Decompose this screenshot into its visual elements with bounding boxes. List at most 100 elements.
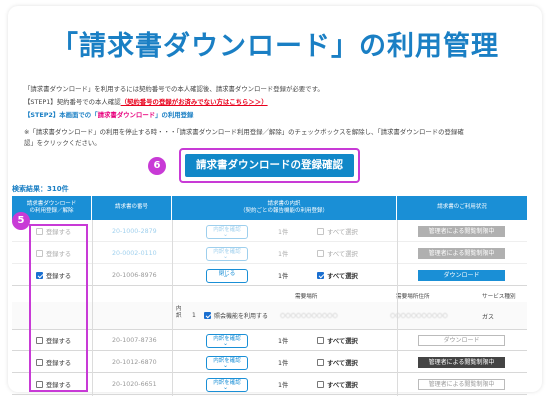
detail-address: ○○○○○○○○○○○	[390, 312, 448, 319]
download-button[interactable]: ダウンロード	[418, 270, 505, 281]
column-divider	[172, 220, 173, 396]
download-register-confirm-button[interactable]: 請求書ダウンロードの登録確認	[185, 154, 354, 177]
detail-toggle-button[interactable]: 閉じる ⌃	[206, 268, 248, 283]
cta-highlight: 請求書ダウンロードの登録確認	[179, 148, 360, 183]
item-count: 1件	[278, 338, 289, 345]
intro-text: 「請求書ダウンロード」を利用するには契約番号での本人確認後、請求書ダウンロード登…	[24, 85, 324, 93]
detail-toggle-button[interactable]: 内訳を確認 ⌄	[206, 333, 248, 348]
table-row: 登録する 20-1012-6870 内訳を確認 ⌄ 1件 すべて選択 管理者による…	[12, 352, 527, 373]
select-all-checkbox[interactable]	[317, 337, 324, 344]
invoice-number: 20-1006-8976	[112, 272, 157, 279]
step1-row: 【STEP1】契約番号での本人確認（契約番号の登録がお済みでない方はこちら＞＞）	[24, 97, 268, 106]
invoice-number: 20-1007-8736	[112, 337, 157, 344]
header-invoice-detail: 請求書の内訳 （契約ごとの報告機能の利用登録）	[172, 196, 397, 220]
table-row: 登録する 20-1006-8976 閉じる ⌃ 1件 すべて選択 ダウンロード	[12, 265, 527, 286]
select-all-label: すべて選択	[327, 251, 358, 258]
detail-toggle-button[interactable]: 内訳を確認 ⌄	[206, 224, 248, 239]
step2-row: 【STEP2】本画面での「請求書ダウンロード」の利用登録	[24, 110, 193, 119]
status-cell: ダウンロード	[418, 265, 505, 286]
select-all-cell: すべて選択	[317, 221, 358, 242]
detail-cell: 内訳を確認 ⌄	[206, 374, 248, 395]
status-cell: 管理者による閲覧制限中	[418, 221, 505, 242]
column-divider	[397, 220, 398, 396]
step-badge-5: 5	[12, 212, 30, 230]
select-all-cell: すべて選択	[317, 330, 358, 351]
select-all-checkbox[interactable]	[317, 272, 324, 279]
select-all-checkbox[interactable]	[317, 250, 324, 257]
select-all-label: すべて選択	[327, 382, 358, 389]
detail-subheader: 需要場所 需要場所住所 サービス種別	[12, 286, 527, 302]
header-invoice-number: 請求書の番号	[92, 196, 172, 220]
stop-note-line2: 認」をクリックください。	[24, 139, 101, 147]
status-restricted-badge: 管理者による閲覧制限中	[418, 248, 505, 259]
column-divider	[92, 220, 93, 396]
invoice-number: 20-0002-0110	[112, 250, 157, 257]
detail-toggle-button[interactable]: 内訳を確認 ⌄	[206, 355, 248, 370]
detail-cell: 内訳を確認 ⌄	[206, 330, 248, 351]
item-count: 1件	[278, 360, 289, 367]
search-results-count: 検索結果：310件	[12, 185, 69, 193]
detail-cell: 閉じる ⌃	[206, 265, 248, 286]
header-usage-status: 請求書のご利用状況	[437, 204, 487, 211]
status-restricted-badge: 管理者による閲覧制限中	[418, 226, 505, 237]
select-all-label: すべて選択	[327, 360, 358, 367]
detail-toggle-button[interactable]: 内訳を確認 ⌄	[206, 377, 248, 392]
subheader-address: 需要場所住所	[396, 294, 430, 300]
detail-index: 1	[192, 312, 196, 319]
checkbox-column-highlight	[29, 224, 88, 392]
report-cell: 照会機能を利用する	[204, 311, 268, 320]
select-all-label: すべて選択	[327, 338, 358, 345]
report-checkbox[interactable]	[204, 312, 211, 319]
invoice-number: 20-1020-6651	[112, 381, 157, 388]
step2-emphasis: 請求書ダウンロード	[97, 111, 156, 119]
chevron-down-icon: ⌄	[223, 339, 229, 347]
select-all-cell: すべて選択	[317, 243, 358, 264]
chevron-up-icon: ⌃	[223, 274, 229, 282]
download-button-disabled: ダウンロード	[418, 335, 505, 346]
item-count: 1件	[278, 251, 289, 258]
detail-row: 内訳 1 照会機能を利用する ○○○○○○○○○○○ ○○○○○○○○○○○ ガ…	[12, 302, 527, 330]
invoice-number: 20-1000-2879	[112, 228, 157, 235]
stop-note-line1: ※「請求書ダウンロード」の利用を停止する時・・・「請求書ダウンロード利用登録／解…	[24, 128, 464, 136]
detail-cell: 内訳を確認 ⌄	[206, 221, 248, 242]
item-count: 1件	[278, 229, 289, 236]
status-cell: 管理者による閲覧制限中	[418, 352, 505, 373]
table-header: 請求書ダウンロード の利用登録／解除 請求書の番号 請求書の内訳 （契約ごとの報…	[12, 196, 527, 220]
select-all-cell: すべて選択	[317, 265, 358, 286]
step2-label: 【STEP2】本画面での「	[24, 111, 98, 119]
detail-cell: 内訳を確認 ⌄	[206, 243, 248, 264]
status-cell: 管理者による閲覧制限中	[418, 374, 505, 395]
select-all-checkbox[interactable]	[317, 228, 324, 235]
step-badge-6: 6	[148, 157, 166, 175]
select-all-label: すべて選択	[327, 273, 358, 280]
chevron-down-icon: ⌄	[223, 230, 229, 238]
subheader-service: サービス種別	[482, 294, 516, 300]
chevron-down-icon: ⌄	[223, 252, 229, 260]
detail-place: ○○○○○○○○○○○	[280, 312, 338, 319]
item-count: 1件	[278, 273, 289, 280]
subheader-place: 需要場所	[295, 294, 318, 300]
status-restricted-badge: 管理者による閲覧制限中	[418, 379, 505, 390]
table-row: 登録する 20-0002-0110 内訳を確認 ⌄ 1件 すべて選択 管理者による…	[12, 243, 527, 264]
status-restricted-badge: 管理者による閲覧制限中	[418, 357, 505, 368]
select-all-label: すべて選択	[327, 229, 358, 236]
select-all-cell: すべて選択	[317, 374, 358, 395]
status-cell: 管理者による閲覧制限中	[418, 243, 505, 264]
table-row: 登録する 20-1020-6651 内訳を確認 ⌄ 1件 すべて選択 管理者による…	[12, 374, 527, 395]
detail-cell: 内訳を確認 ⌄	[206, 352, 248, 373]
detail-toggle-button[interactable]: 内訳を確認 ⌄	[206, 246, 248, 261]
chevron-down-icon: ⌄	[223, 361, 229, 369]
detail-label: 内訳	[176, 306, 182, 319]
step2-tail: 」の利用登録	[155, 111, 194, 119]
table-row: 登録する 20-1007-8736 内訳を確認 ⌄ 1件 すべて選択 ダウンロード	[12, 330, 527, 351]
chevron-down-icon: ⌄	[223, 383, 229, 391]
select-all-checkbox[interactable]	[317, 359, 324, 366]
detail-service: ガス	[482, 314, 495, 321]
page-title: 「請求書ダウンロード」の利用管理	[51, 31, 499, 62]
report-label: 照会機能を利用する	[214, 313, 269, 320]
step1-label: 【STEP1】契約番号での本人確認	[24, 98, 121, 106]
select-all-checkbox[interactable]	[317, 381, 324, 388]
status-cell: ダウンロード	[418, 330, 505, 351]
select-all-cell: すべて選択	[317, 352, 358, 373]
contract-register-link[interactable]: （契約番号の登録がお済みでない方はこちら＞＞）	[121, 98, 268, 106]
